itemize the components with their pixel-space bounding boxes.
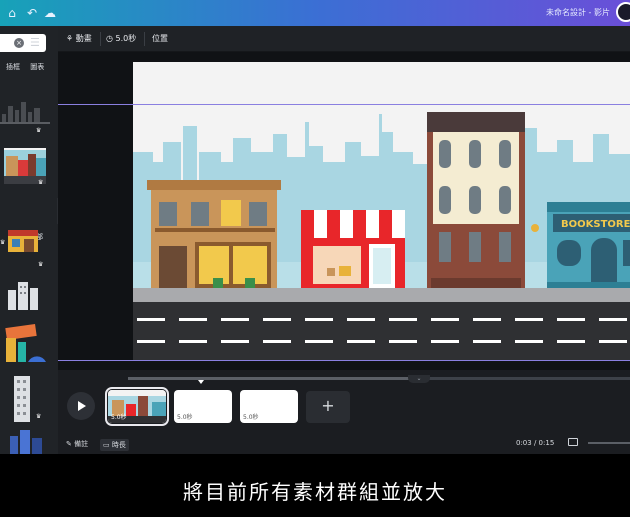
brick-building [147, 180, 281, 294]
premium-crown-icon: ♛ [38, 261, 44, 268]
clear-search-icon[interactable]: × [14, 38, 24, 48]
tab-frames[interactable]: 插框 [6, 63, 20, 71]
animate-icon: ⚘ [66, 34, 74, 43]
red-storefront [301, 210, 405, 294]
avatar[interactable] [616, 2, 630, 22]
buildings-thumbnail[interactable] [4, 278, 42, 312]
tower-thumbnail[interactable] [10, 376, 36, 424]
home-icon[interactable]: ⌂ [4, 5, 20, 21]
blue-city-thumbnail[interactable] [6, 428, 48, 454]
design-page[interactable]: BOOKSTORE [133, 62, 630, 360]
toolbar-divider [100, 32, 101, 46]
premium-crown-icon: ♛ [36, 413, 42, 420]
playhead-marker[interactable] [198, 380, 204, 384]
scrubber-progress [128, 377, 410, 380]
toolbar-divider [144, 32, 145, 46]
video-subtitle: 將目前所有素材群組並放大 [183, 480, 447, 504]
clock-icon: ◷ [106, 34, 113, 43]
selection-guide-bottom [58, 360, 630, 361]
screen-view-icon[interactable] [568, 438, 578, 446]
page-thumbnail-1[interactable]: 5.0秒 [105, 387, 169, 426]
page-duration: 5.0秒 [177, 414, 193, 421]
street-illustration[interactable]: BOOKSTORE [133, 62, 630, 360]
editor-window: ⌂ ↶ ☁ 未命名設計 - 影片 × ☰ 插框 圖表 ♛ ♛ ♛ ♛ ♛ ⚘ 動… [0, 0, 630, 517]
premium-crown-icon: ♛ [38, 179, 44, 186]
collapse-timeline-handle[interactable]: ⌄ [408, 375, 430, 383]
redo-icon[interactable] [22, 5, 38, 21]
premium-crown-icon: ♛ [0, 239, 6, 246]
time-readout: 0:03 / 0:15 [516, 439, 554, 447]
notes-button[interactable]: ✎ 備註 [66, 439, 88, 449]
page-thumbnail-2[interactable]: 5.0秒 [174, 390, 232, 423]
duration-button[interactable]: ◷ 5.0秒 [106, 33, 136, 44]
toy-blocks-thumbnail[interactable] [2, 320, 46, 366]
zoom-slider[interactable] [588, 442, 630, 444]
tab-charts[interactable]: 圖表 [30, 63, 44, 71]
notes-icon: ✎ [66, 440, 72, 448]
total-time: 0:15 [538, 439, 555, 447]
animate-button[interactable]: ⚘ 動畫 [66, 33, 92, 44]
document-title[interactable]: 未命名設計 - 影片 [546, 7, 610, 18]
timer-button[interactable]: ▭ 時長 [100, 439, 129, 451]
bookstore-sign: BOOKSTORE [561, 219, 630, 230]
page-thumbnail-3[interactable]: 5.0秒 [240, 390, 298, 423]
tall-townhouse [427, 112, 525, 294]
add-page-button[interactable]: + [306, 391, 350, 423]
time-separator: / [531, 439, 539, 447]
elements-panel: × ☰ 插框 圖表 ♛ ♛ 查看全部 [0, 26, 58, 454]
page-duration: 5.0秒 [243, 414, 259, 421]
page-duration: 5.0秒 [111, 414, 127, 421]
cloud-saved-icon: ☁ [44, 6, 56, 20]
storefront-thumbnail[interactable] [4, 226, 40, 254]
current-time: 0:03 [516, 439, 532, 447]
play-button[interactable] [67, 392, 95, 420]
play-icon [78, 401, 86, 411]
skyline-thumbnail[interactable] [0, 96, 50, 126]
premium-crown-icon: ♛ [36, 127, 42, 134]
category-tabs: 插框 圖表 [6, 62, 52, 72]
selection-guide-top [58, 104, 630, 105]
editor-toolbar: ⚘ 動畫 ◷ 5.0秒 位置 [58, 26, 630, 52]
position-button[interactable]: 位置 [152, 33, 168, 44]
top-bar: ⌂ ↶ ☁ 未命名設計 - 影片 [0, 0, 630, 26]
filter-icon[interactable]: ☰ [30, 37, 42, 49]
timer-icon: ▭ [103, 441, 110, 449]
